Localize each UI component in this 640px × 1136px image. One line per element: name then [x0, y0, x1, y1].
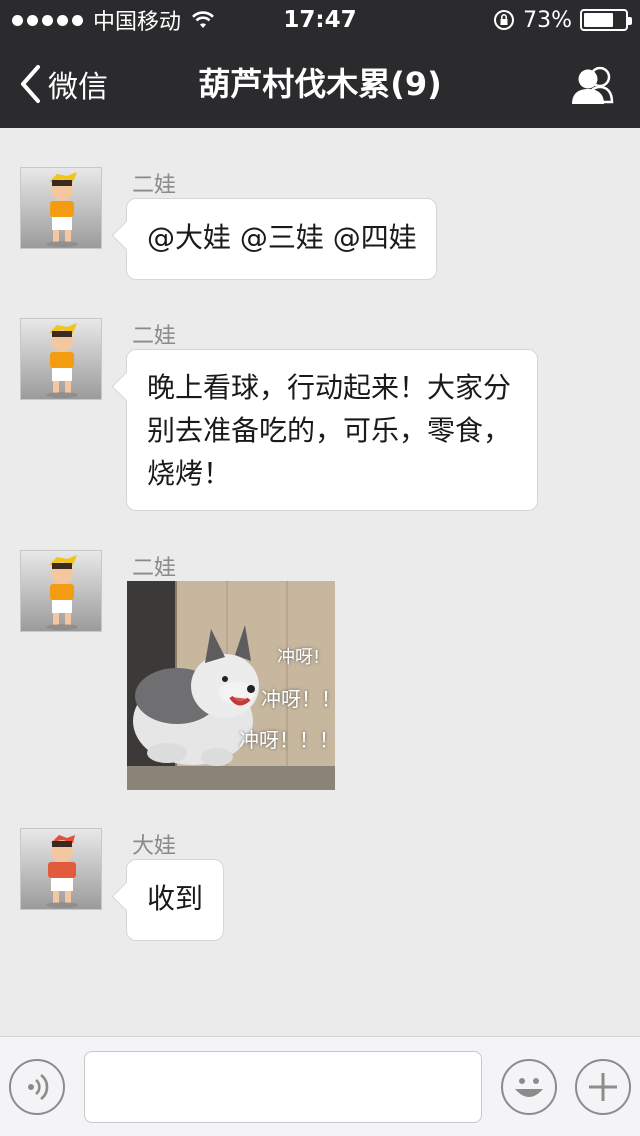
battery-icon — [580, 9, 632, 31]
voice-icon — [28, 1073, 49, 1101]
input-bar — [0, 1036, 640, 1136]
wifi-icon — [192, 11, 214, 28]
chevron-left-icon — [21, 65, 40, 103]
chat-message: 二娃 晚上看球，行动起来！大家分 别去准备吃的，可乐，零食， 烧烤！ — [20, 318, 620, 513]
battery-level-fill — [584, 13, 614, 27]
status-bar-right: 73% — [493, 6, 632, 34]
avatar[interactable] — [20, 318, 102, 400]
sender-name: 大娃 — [132, 834, 177, 859]
back-label: 微信 — [48, 70, 108, 105]
sender-name: 二娃 — [132, 324, 177, 349]
message-text: @大娃 @三娃 @四娃 — [147, 221, 417, 254]
sender-name: 二娃 — [132, 556, 177, 581]
avatar[interactable] — [20, 167, 102, 249]
avatar[interactable] — [20, 550, 102, 632]
message-text-line: 烧烤！ — [147, 457, 232, 490]
message-text-line: 晚上看球，行动起来！大家分 — [147, 371, 512, 404]
back-button[interactable]: 微信 — [18, 62, 108, 106]
voice-input-button[interactable] — [9, 1059, 65, 1115]
avatar-figure-icon — [46, 323, 78, 398]
smiley-icon — [515, 1078, 543, 1097]
status-bar: 中国移动 17:47 73% — [0, 0, 640, 40]
avatar-figure-icon — [46, 835, 78, 908]
message-input[interactable] — [84, 1051, 482, 1123]
avatar-figure-icon — [46, 555, 78, 630]
status-bar-left: 中国移动 — [12, 6, 215, 35]
more-options-button[interactable] — [575, 1059, 631, 1115]
sticker-caption: 冲呀! — [277, 647, 321, 668]
carrier-name: 中国移动 — [93, 10, 182, 35]
chat-message: 二娃 冲呀! 冲呀！！ 冲呀！！！ — [20, 550, 620, 792]
rotation-lock-icon — [494, 10, 515, 30]
navigation-bar: 微信 葫芦村伐木累(9) — [0, 40, 640, 128]
chat-message: 二娃 @大娃 @三娃 @四娃 — [20, 167, 620, 282]
message-bubble[interactable]: @大娃 @三娃 @四娃 — [126, 198, 437, 280]
avatar[interactable] — [20, 828, 102, 910]
sticker-image[interactable]: 冲呀! 冲呀！！ 冲呀！！！ — [127, 581, 335, 790]
sticker-caption: 冲呀！！ — [261, 687, 335, 711]
sender-name: 二娃 — [132, 173, 177, 198]
message-bubble[interactable]: 收到 — [126, 859, 224, 941]
emoji-button[interactable] — [501, 1059, 557, 1115]
message-text-line: 别去准备吃的，可乐，零食， — [147, 414, 512, 447]
message-bubble[interactable]: 晚上看球，行动起来！大家分 别去准备吃的，可乐，零食， 烧烤！ — [126, 349, 538, 511]
plus-icon — [589, 1073, 617, 1101]
message-text: 收到 — [147, 882, 204, 915]
sticker-caption: 冲呀！！！ — [239, 728, 335, 752]
chat-message: 大娃 收到 — [20, 828, 620, 943]
battery-percent: 73% — [523, 7, 572, 33]
avatar-figure-icon — [46, 172, 78, 247]
signal-strength-icon — [12, 14, 83, 26]
group-members-icon[interactable] — [568, 64, 618, 106]
